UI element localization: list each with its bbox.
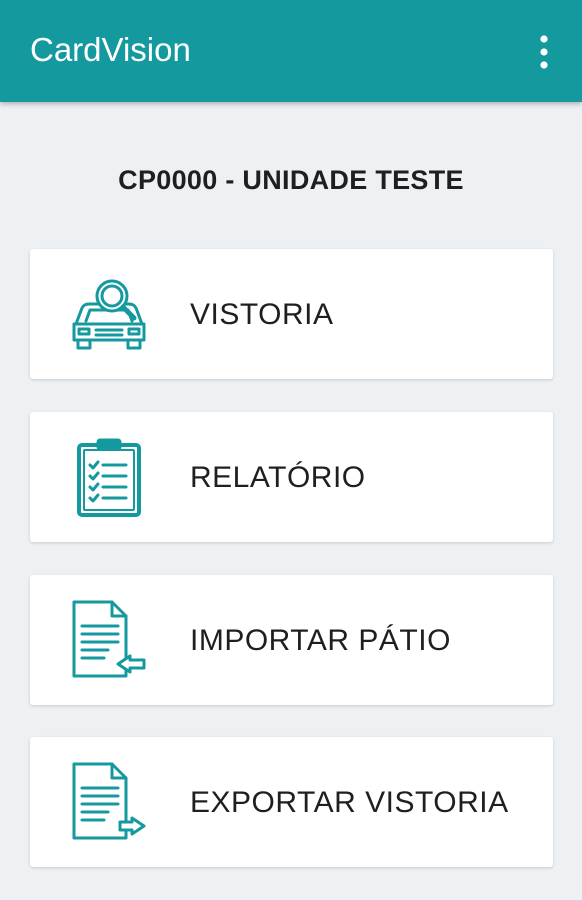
menu-item-label: RELATÓRIO xyxy=(190,461,366,494)
more-vert-icon[interactable] xyxy=(528,30,560,72)
menu-item-label: EXPORTAR VISTORIA xyxy=(190,786,509,819)
menu-item-label: IMPORTAR PÁTIO xyxy=(190,624,451,657)
app-title: CardVision xyxy=(30,31,191,68)
menu-item-exportar-vistoria[interactable]: EXPORTAR VISTORIA xyxy=(30,737,553,867)
menu-item-vistoria[interactable]: VISTORIA xyxy=(30,249,553,379)
unit-title: CP0000 - UNIDADE TESTE xyxy=(118,165,464,195)
menu-item-label: VISTORIA xyxy=(190,298,334,331)
document-export-icon xyxy=(68,762,150,842)
menu-item-relatorio[interactable]: RELATÓRIO xyxy=(30,412,553,542)
menu-item-importar-patio[interactable]: IMPORTAR PÁTIO xyxy=(30,575,553,705)
clipboard-checklist-icon xyxy=(68,437,150,517)
app-bar: CardVision xyxy=(0,0,582,102)
document-import-icon xyxy=(68,600,150,680)
car-inspection-icon xyxy=(68,274,150,354)
